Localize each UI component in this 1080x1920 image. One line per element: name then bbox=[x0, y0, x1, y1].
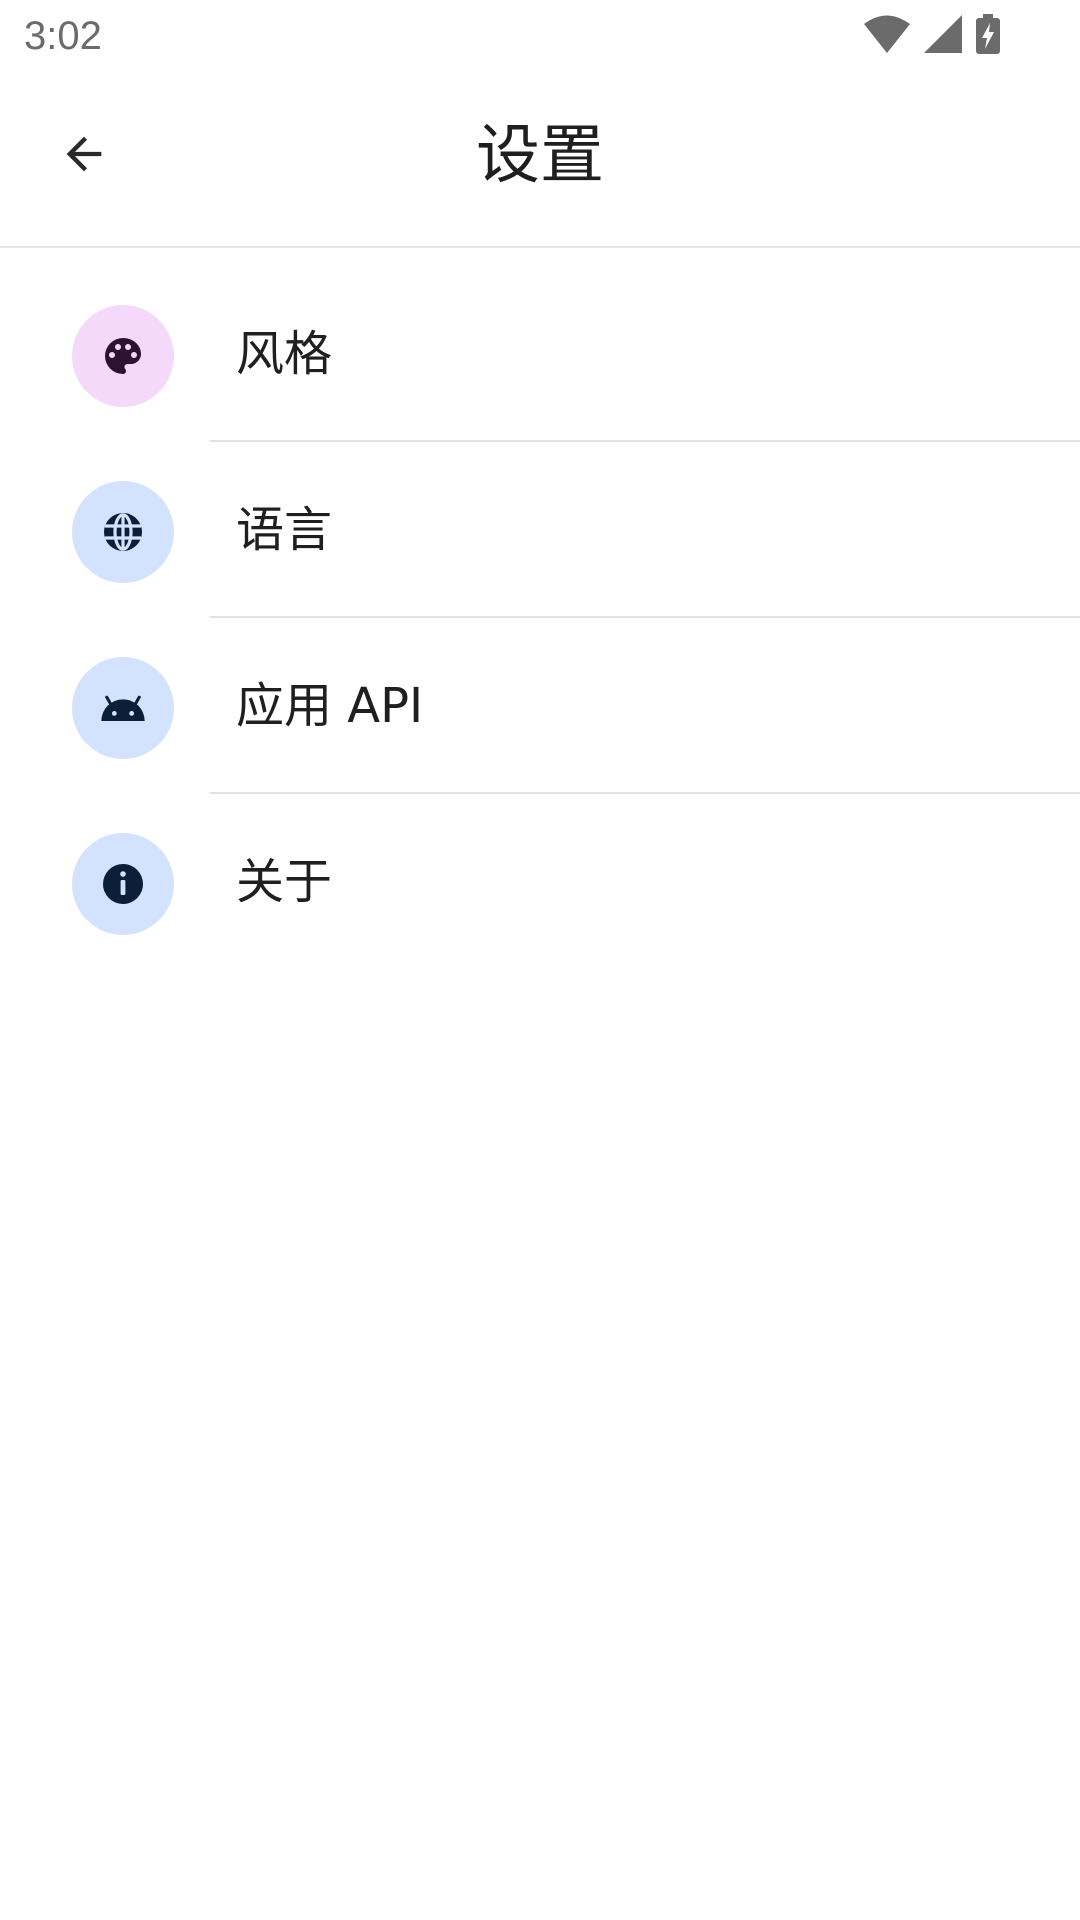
settings-item-label: 风格 bbox=[236, 326, 333, 382]
settings-screen: 3:02 设置 风格 语言 应用 API 关于 bbox=[0, 0, 1080, 1920]
info-icon bbox=[72, 833, 174, 935]
settings-item-style[interactable]: 风格 bbox=[0, 248, 1080, 442]
battery-charging-icon bbox=[976, 14, 1000, 58]
palette-icon bbox=[72, 305, 174, 407]
wifi-icon bbox=[864, 15, 910, 57]
page-title: 设置 bbox=[476, 119, 604, 193]
settings-item-about[interactable]: 关于 bbox=[0, 776, 1080, 952]
settings-item-label: 关于 bbox=[236, 854, 333, 910]
settings-item-label: 应用 API bbox=[236, 678, 424, 734]
status-bar: 3:02 bbox=[0, 0, 1080, 74]
globe-icon bbox=[72, 481, 174, 583]
settings-item-label: 语言 bbox=[236, 502, 333, 558]
signal-icon bbox=[924, 15, 962, 57]
android-icon bbox=[72, 657, 174, 759]
settings-item-language[interactable]: 语言 bbox=[0, 424, 1080, 618]
app-bar: 设置 bbox=[0, 74, 1080, 248]
status-icons bbox=[864, 14, 1000, 58]
settings-list: 风格 语言 应用 API 关于 bbox=[0, 248, 1080, 952]
settings-item-app-api[interactable]: 应用 API bbox=[0, 600, 1080, 794]
status-time: 3:02 bbox=[24, 14, 102, 58]
